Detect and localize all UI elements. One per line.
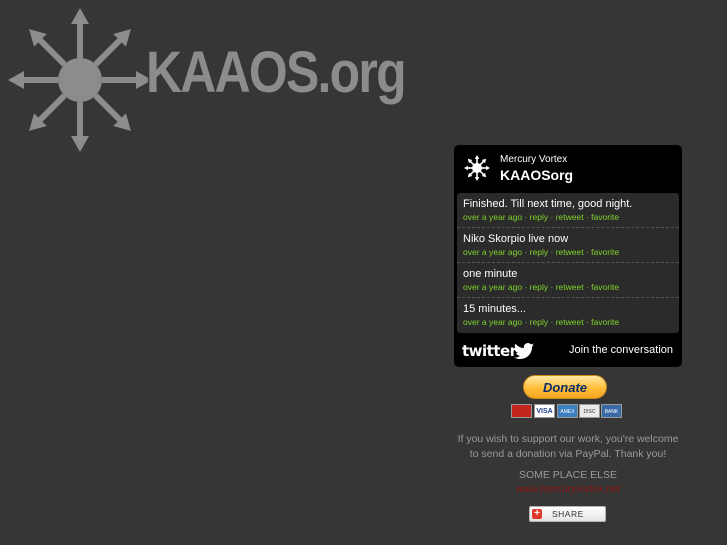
mastercard-icon [511, 404, 532, 418]
join-conversation-link[interactable]: Join the conversation [569, 344, 673, 356]
reply-link[interactable]: reply [530, 247, 548, 257]
reply-link[interactable]: reply [530, 282, 548, 292]
plus-icon: + [532, 509, 542, 519]
share-button[interactable]: + SHARE [529, 506, 606, 522]
tweet-text: one minute [463, 268, 518, 280]
meta-separator: · [524, 282, 528, 292]
chaos-star-icon [8, 8, 148, 152]
meta-separator: · [550, 247, 554, 257]
tweet-meta: over a year ago · reply · retweet · favo… [463, 211, 679, 223]
tweet-text: Niko Skorpio live now [463, 233, 569, 245]
visa-icon: VISA [534, 404, 555, 418]
chaos-star-icon [464, 155, 490, 181]
retweet-link[interactable]: retweet [556, 317, 584, 327]
twitter-logo[interactable]: twitter [462, 342, 517, 360]
tweet-meta: over a year ago · reply · retweet · favo… [463, 316, 679, 328]
widget-header: Mercury Vortex KAAOSorg [454, 145, 682, 193]
tweet-item: one minute over a year ago · reply · ret… [457, 263, 679, 298]
favorite-link[interactable]: favorite [591, 282, 619, 292]
meta-separator: · [524, 212, 528, 222]
favorite-link[interactable]: favorite [591, 247, 619, 257]
reply-link[interactable]: reply [530, 212, 548, 222]
favorite-link[interactable]: favorite [591, 212, 619, 222]
tweet-list: Finished. Till next time, good night. ov… [457, 193, 679, 333]
tweet-text: Finished. Till next time, good night. [463, 198, 633, 210]
tweet-item: Niko Skorpio live now over a year ago · … [457, 228, 679, 263]
meta-separator: · [524, 317, 528, 327]
meta-separator: · [585, 282, 589, 292]
tweet-meta: over a year ago · reply · retweet · favo… [463, 246, 679, 258]
retweet-link[interactable]: retweet [556, 282, 584, 292]
tweet-item: 15 minutes... over a year ago · reply · … [457, 298, 679, 333]
retweet-link[interactable]: retweet [556, 212, 584, 222]
tweet-text: 15 minutes... [463, 303, 526, 315]
twitter-bird-icon [514, 343, 534, 359]
meta-separator: · [585, 247, 589, 257]
favorite-link[interactable]: favorite [591, 317, 619, 327]
meta-separator: · [550, 282, 554, 292]
tweet-time-link[interactable]: over a year ago [463, 247, 522, 257]
bank-icon: BANK [601, 404, 622, 418]
reply-link[interactable]: reply [530, 317, 548, 327]
widget-footer: twitter Join the conversation [454, 335, 682, 367]
tweet-item: Finished. Till next time, good night. ov… [457, 193, 679, 228]
widget-title[interactable]: KAAOSorg [500, 167, 573, 183]
amex-icon: AMEX [557, 404, 578, 418]
meta-separator: · [550, 212, 554, 222]
share-label: SHARE [552, 509, 584, 519]
donate-button[interactable]: Donate [523, 375, 607, 399]
meta-separator: · [585, 212, 589, 222]
support-text: If you wish to support our work, you're … [457, 433, 679, 460]
logo-text: KAAOS.org [146, 40, 407, 105]
tweet-time-link[interactable]: over a year ago [463, 212, 522, 222]
meta-separator: · [524, 247, 528, 257]
some-place-else-heading: SOME PLACE ELSE [518, 469, 618, 481]
meta-separator: · [585, 317, 589, 327]
tweet-time-link[interactable]: over a year ago [463, 317, 522, 327]
widget-subtitle: Mercury Vortex [500, 154, 568, 165]
retweet-link[interactable]: retweet [556, 247, 584, 257]
tweet-time-link[interactable]: over a year ago [463, 282, 522, 292]
twitter-widget: Mercury Vortex KAAOSorg Finished. Till n… [454, 145, 682, 367]
external-site-link[interactable]: www.mercuryvortex.net [455, 484, 681, 495]
tweet-meta: over a year ago · reply · retweet · favo… [463, 281, 679, 293]
meta-separator: · [550, 317, 554, 327]
discover-icon: DISC [579, 404, 600, 418]
site-logo[interactable]: KAAOS.org [8, 4, 428, 154]
